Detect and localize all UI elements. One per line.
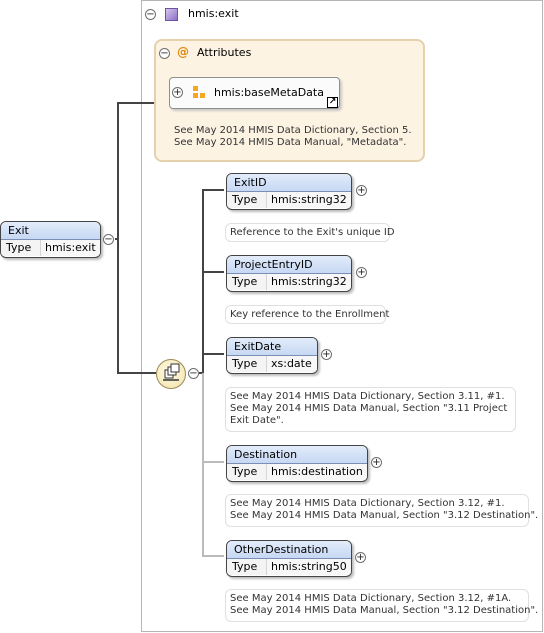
root-element-exit[interactable]: Exit Type hmis:exit — [0, 221, 101, 258]
attributes-title: Attributes — [197, 46, 252, 59]
element-name: ProjectEntryID — [227, 256, 351, 274]
connector-exitid — [199, 189, 224, 374]
note-line: See May 2014 HMIS Data Manual, Section "… — [230, 403, 508, 414]
type-label: Type — [232, 465, 258, 478]
type-value: hmis:destination — [266, 464, 367, 480]
element-type-row: Type hmis:string32 — [227, 192, 351, 208]
link-arrow-icon[interactable]: ↗ — [327, 97, 338, 108]
connector-sequence — [117, 239, 156, 374]
attributes-note: See May 2014 HMIS Data Dictionary, Secti… — [174, 125, 412, 149]
type-label: Type — [232, 275, 258, 288]
note-line: Exit Date". — [230, 415, 284, 426]
at-icon: @ — [177, 45, 189, 59]
attribute-group-name: hmis:baseMetaData — [214, 86, 324, 99]
element-exitdate[interactable]: ExitDate Type xs:date — [226, 337, 318, 374]
attribute-group-icon — [193, 86, 205, 98]
connector-destination — [202, 373, 224, 463]
root-collapse-button[interactable]: − — [103, 234, 114, 245]
sequence-icon — [163, 363, 180, 381]
projectentryid-note: Key reference to the Enrollment — [225, 305, 390, 324]
element-type-row: Type hmis:destination — [227, 464, 367, 480]
attributes-collapse-button[interactable]: − — [159, 48, 170, 59]
type-label: Type — [6, 241, 32, 254]
note-line: Reference to the Exit's unique ID — [230, 227, 395, 238]
note-line: See May 2014 HMIS Data Dictionary, Secti… — [230, 498, 505, 509]
otherdestination-expand-button[interactable]: + — [355, 552, 366, 563]
note-line: See May 2014 HMIS Data Dictionary, Secti… — [174, 125, 412, 136]
type-label: Type — [232, 193, 258, 206]
sequence-collapse-button[interactable]: − — [188, 368, 199, 379]
attribute-group-expand-button[interactable]: + — [172, 87, 183, 98]
exitdate-expand-button[interactable]: + — [321, 349, 332, 360]
element-name: ExitID — [227, 174, 351, 192]
element-type-row: Type xs:date — [227, 356, 317, 372]
element-name: OtherDestination — [227, 541, 351, 559]
destination-note: See May 2014 HMIS Data Dictionary, Secti… — [225, 494, 539, 527]
note-line: See May 2014 HMIS Data Manual, Section "… — [230, 605, 539, 616]
type-label: Type — [232, 357, 258, 370]
exitdate-note: See May 2014 HMIS Data Dictionary, Secti… — [225, 387, 516, 432]
sequence-compositor[interactable] — [156, 359, 186, 389]
exitid-expand-button[interactable]: + — [356, 185, 367, 196]
note-line: Key reference to the Enrollment — [230, 309, 390, 320]
element-otherdestination[interactable]: OtherDestination Type hmis:string50 — [226, 540, 352, 577]
element-name: ExitDate — [227, 338, 317, 356]
element-name: Destination — [227, 446, 367, 464]
element-projectentryid[interactable]: ProjectEntryID Type hmis:string32 — [226, 255, 352, 292]
element-type-row: Type hmis:string50 — [227, 559, 351, 575]
type-value: hmis:string32 — [266, 192, 351, 208]
element-type-row: Type hmis:string32 — [227, 274, 351, 290]
root-element-type-row: Type hmis:exit — [1, 240, 100, 256]
complex-type-icon — [165, 8, 178, 21]
connector-attributes — [115, 102, 156, 240]
type-value: xs:date — [266, 356, 317, 372]
exitid-note: Reference to the Exit's unique ID — [225, 223, 395, 242]
connector-otherdestination — [202, 462, 224, 557]
note-line: See May 2014 HMIS Data Dictionary, Secti… — [230, 593, 512, 604]
complex-type-collapse-button[interactable]: − — [145, 9, 156, 20]
type-label: Type — [232, 560, 258, 573]
type-value: hmis:exit — [40, 240, 100, 256]
root-element-name: Exit — [1, 222, 100, 240]
note-line: See May 2014 HMIS Data Manual, "Metadata… — [174, 137, 407, 148]
element-exitid[interactable]: ExitID Type hmis:string32 — [226, 173, 352, 210]
note-line: See May 2014 HMIS Data Dictionary, Secti… — [230, 391, 505, 402]
element-destination[interactable]: Destination Type hmis:destination — [226, 445, 368, 482]
note-line: See May 2014 HMIS Data Manual, Section "… — [230, 510, 539, 521]
projectentryid-expand-button[interactable]: + — [356, 267, 367, 278]
otherdestination-note: See May 2014 HMIS Data Dictionary, Secti… — [225, 589, 539, 622]
type-value: hmis:string50 — [266, 559, 351, 575]
destination-expand-button[interactable]: + — [371, 457, 382, 468]
type-value: hmis:string32 — [266, 274, 351, 290]
complex-type-name: hmis:exit — [188, 7, 239, 20]
